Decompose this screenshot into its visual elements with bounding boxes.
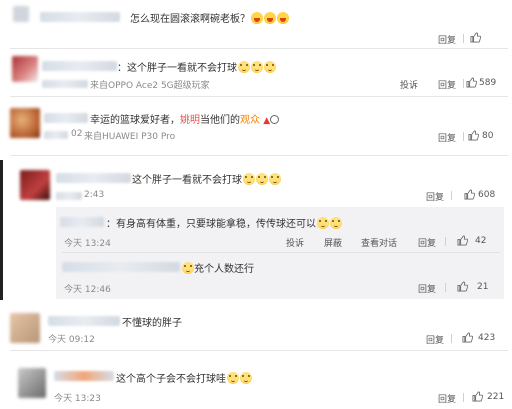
reply-time: 今天 13:24 (64, 239, 111, 249)
reply-button[interactable]: 回复 (418, 282, 436, 295)
block-button[interactable]: 屏蔽 (324, 236, 342, 249)
like-count: 221 (487, 392, 505, 402)
thumbs-up-icon[interactable] (457, 235, 468, 246)
avatar[interactable] (10, 108, 40, 138)
avatar[interactable] (12, 56, 38, 82)
comment-time: 02 (71, 129, 83, 139)
comment-text: 幸运的篮球爱好者，姚明当他们的观众 ▲ (90, 111, 280, 126)
fire-icon: ▲ (263, 116, 271, 126)
thumbs-up-icon[interactable] (464, 189, 475, 200)
reply-button[interactable]: 回复 (438, 33, 456, 46)
username-blurred[interactable] (48, 316, 120, 326)
like-count: 423 (478, 333, 496, 343)
username-blurred[interactable] (56, 173, 131, 183)
divider (62, 252, 500, 253)
yell-emoji-icon (227, 372, 239, 384)
divider (463, 79, 464, 88)
reply-button[interactable]: 回复 (426, 190, 444, 203)
laugh-emoji-icon (277, 12, 289, 24)
comment-text: 这个胖子一看就不会打球 (132, 171, 281, 186)
like-count: 608 (478, 190, 496, 200)
timestamp-blurred (42, 80, 88, 88)
username-blurred[interactable] (40, 12, 120, 22)
comment-device: 来自HUAWEI P30 Pro (84, 132, 176, 142)
view-conversation-button[interactable]: 查看对话 (361, 236, 397, 249)
divider (451, 191, 452, 200)
thumbs-up-icon[interactable] (466, 77, 477, 88)
divider (10, 48, 508, 49)
comment-text: ：这个胖子一看就不会打球 (117, 59, 276, 74)
divider (463, 393, 464, 402)
yell-emoji-icon (330, 217, 342, 229)
comment-meta: 来自OPPO Ace2 5G超级玩家 (90, 81, 210, 91)
yell-emoji-icon (240, 372, 252, 384)
like-count: 80 (482, 131, 494, 141)
username-blurred[interactable] (42, 61, 117, 71)
thumbs-up-icon[interactable] (470, 32, 481, 43)
reply-button[interactable]: 回复 (438, 131, 456, 144)
comment-text: 不懂球的胖子 (122, 318, 182, 329)
avatar[interactable] (13, 6, 29, 22)
reply-button[interactable]: 回复 (426, 333, 444, 346)
report-button[interactable]: 投诉 (286, 236, 304, 249)
divider (445, 283, 446, 292)
comment-time: 今天 13:23 (54, 394, 101, 404)
divider (10, 155, 508, 156)
avatar[interactable] (18, 368, 46, 398)
yell-emoji-icon (243, 173, 255, 185)
like-count: 589 (479, 78, 497, 88)
laugh-emoji-icon (251, 12, 263, 24)
report-button[interactable]: 投诉 (400, 78, 418, 91)
yell-emoji-icon (264, 61, 276, 73)
username-blurred[interactable] (60, 217, 104, 227)
cry-icon (270, 115, 280, 124)
thumbs-up-icon[interactable] (462, 332, 473, 343)
username-blurred[interactable] (44, 113, 88, 123)
avatar[interactable] (20, 170, 50, 200)
yell-emoji-icon (256, 173, 268, 185)
like-count: 42 (475, 236, 487, 246)
thumbs-up-icon[interactable] (468, 130, 479, 141)
laugh-emoji-icon (264, 12, 276, 24)
divider (10, 96, 508, 97)
reply-text: ：有身高有体重，只要球能拿稳，传传球还可以 (106, 215, 342, 230)
divider (445, 237, 446, 246)
comment-text: 怎么现在圆滚滚啊碗老板？ (130, 10, 289, 25)
divider (463, 132, 464, 141)
comment-time: 今天 09:12 (48, 335, 95, 345)
reply-text: 充个人数还行 (181, 260, 254, 275)
reply-time: 今天 12:46 (64, 285, 111, 295)
thumbs-up-icon[interactable] (457, 281, 468, 292)
comment-time: 2:43 (84, 190, 105, 200)
username-blurred[interactable] (54, 371, 114, 381)
highlight-bar (0, 160, 3, 300)
divider (10, 350, 508, 351)
yell-emoji-icon (238, 61, 250, 73)
yell-emoji-icon (182, 262, 194, 274)
yell-emoji-icon (251, 61, 263, 73)
divider (463, 34, 464, 43)
divider (451, 334, 452, 343)
avatar[interactable] (10, 313, 40, 343)
thumbs-up-icon[interactable] (472, 391, 483, 402)
yell-emoji-icon (269, 173, 281, 185)
yell-emoji-icon (317, 217, 329, 229)
comment-text: 这个高个子会不会打球哇 (116, 370, 252, 385)
reply-button[interactable]: 回复 (438, 392, 456, 405)
timestamp-blurred (56, 192, 82, 200)
like-count: 21 (477, 282, 489, 292)
username-blurred[interactable] (62, 262, 180, 272)
timestamp-blurred (44, 131, 68, 139)
reply-button[interactable]: 回复 (418, 236, 436, 249)
reply-button[interactable]: 回复 (438, 78, 456, 91)
